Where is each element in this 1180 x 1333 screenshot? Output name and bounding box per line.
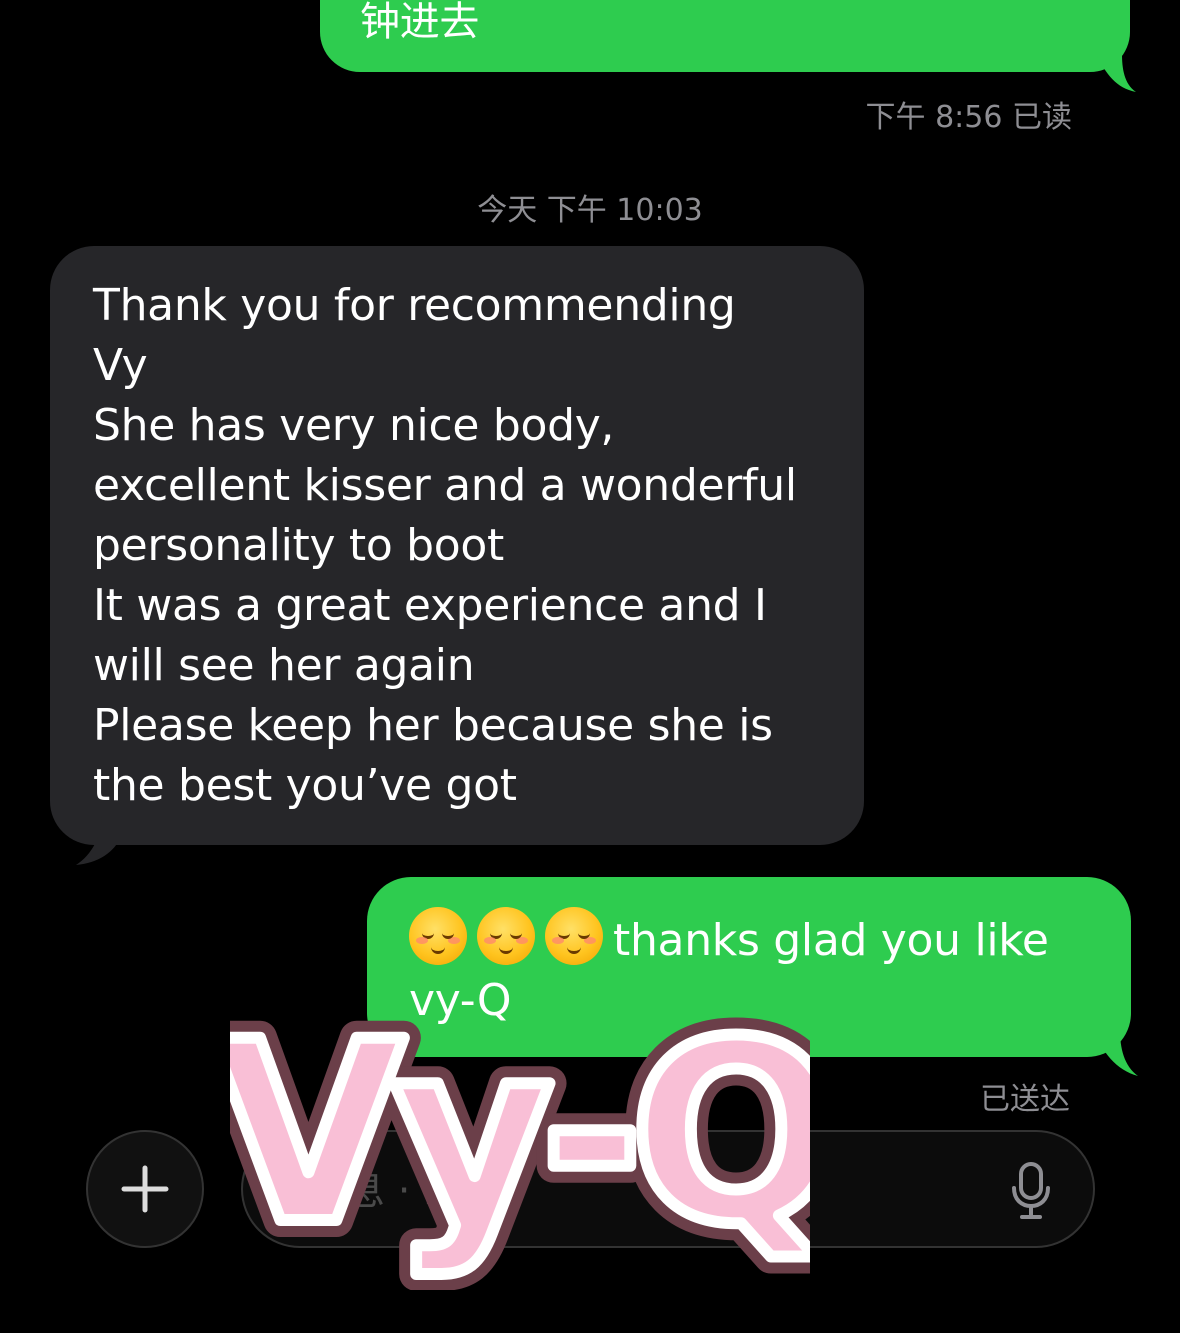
plus-icon	[121, 1165, 169, 1213]
message-text: Thank you for recommending Vy She has ve…	[93, 280, 797, 811]
smiling-face-icon	[477, 907, 535, 965]
smiling-face-icon	[545, 907, 603, 965]
bubble-tail	[1096, 54, 1136, 92]
add-attachment-button[interactable]	[86, 1130, 204, 1248]
incoming-message-bubble[interactable]: Thank you for recommending Vy She has ve…	[50, 246, 864, 845]
microphone-icon[interactable]	[1011, 1162, 1051, 1220]
smiling-face-icon	[409, 907, 467, 965]
message-text: 钟进去	[360, 0, 480, 45]
svg-text:Vy-Q: Vy-Q	[230, 990, 810, 1279]
bubble-tail	[1094, 1030, 1138, 1076]
delivered-status: 已送达	[980, 1082, 1070, 1117]
read-receipt: 下午 8:56 已读	[865, 100, 1072, 135]
timestamp-divider: 今天 下午 10:03	[477, 193, 703, 228]
bubble-tail	[76, 815, 122, 865]
outgoing-message-bubble[interactable]: 钟进去	[320, 0, 1130, 72]
watermark-logo: Vy-Q Vy-Q	[230, 990, 810, 1290]
